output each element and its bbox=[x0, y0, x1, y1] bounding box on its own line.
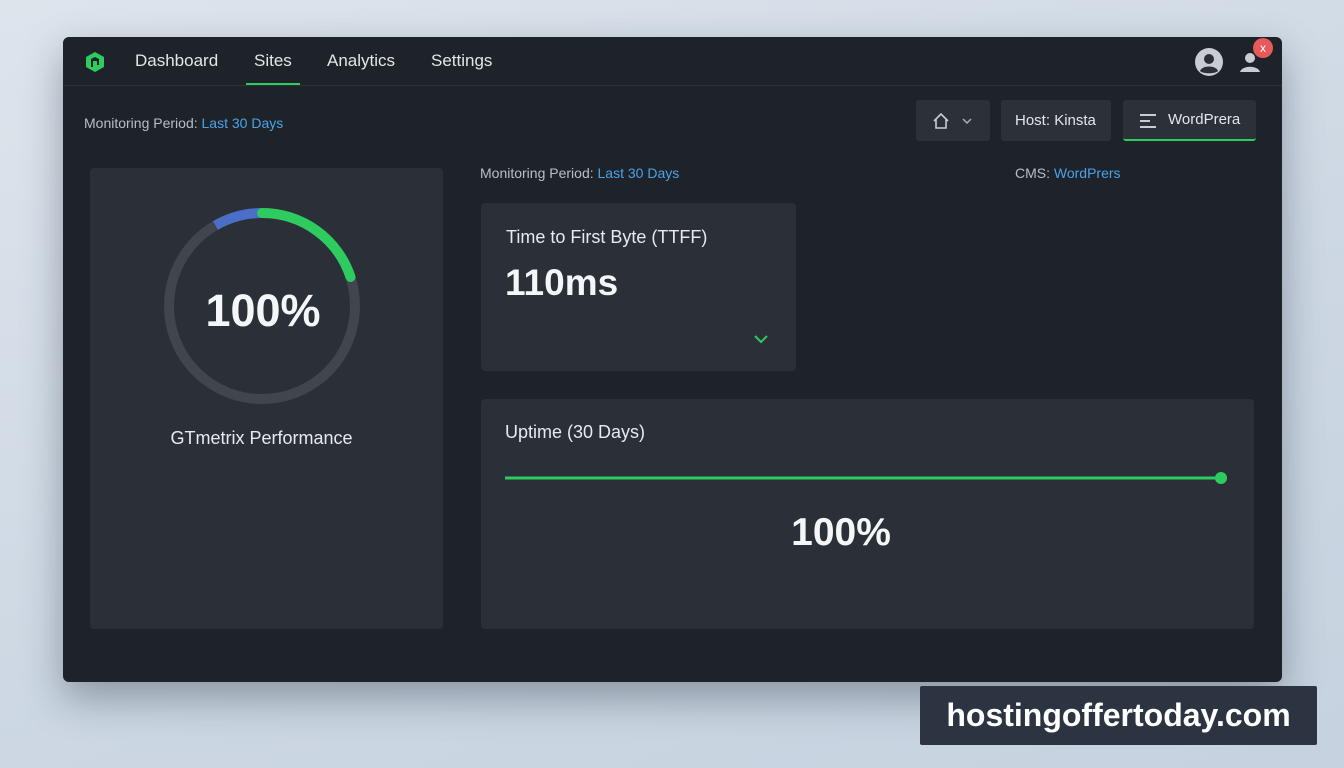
user-avatar-icon[interactable] bbox=[1194, 47, 1224, 77]
period-value-link[interactable]: Last 30 Days bbox=[202, 115, 284, 131]
home-icon bbox=[933, 112, 949, 129]
uptime-value: 100% bbox=[791, 511, 891, 554]
ttfb-value: 110ms bbox=[505, 262, 619, 303]
tab-sites[interactable]: Sites bbox=[246, 49, 300, 85]
uptime-progress-bar bbox=[505, 472, 1227, 484]
host-button[interactable]: Host: Kinsta bbox=[1001, 100, 1111, 141]
sub-monitoring-period: Monitoring Period: Last 30 Days bbox=[480, 165, 679, 181]
uptime-card: Uptime (30 Days) 100% bbox=[481, 399, 1254, 629]
close-icon[interactable]: x bbox=[1253, 38, 1273, 58]
ttfb-title: Time to First Byte (TTFF) bbox=[506, 227, 708, 247]
tab-settings[interactable]: Settings bbox=[431, 49, 492, 85]
list-icon bbox=[1140, 114, 1156, 128]
monitoring-period: Monitoring Period: Last 30 Days bbox=[84, 115, 283, 131]
app-window: Dashboard Sites Analytics Settings x Mon… bbox=[63, 37, 1282, 682]
cms-value-link[interactable]: WordPrers bbox=[1054, 165, 1121, 181]
cms-button-label: WordPrera bbox=[1168, 111, 1241, 128]
gtmetrix-label: GTmetrix Performance bbox=[170, 428, 353, 448]
top-nav: Dashboard Sites Analytics Settings x bbox=[63, 37, 1282, 86]
tab-analytics[interactable]: Analytics bbox=[327, 49, 395, 85]
cms-label: CMS: bbox=[1015, 165, 1050, 181]
ttfb-card: Time to First Byte (TTFF) 110ms bbox=[481, 203, 796, 371]
host-value: Kinsta bbox=[1054, 112, 1096, 129]
period-label: Monitoring Period: bbox=[84, 115, 198, 131]
sub-period-value-link[interactable]: Last 30 Days bbox=[598, 165, 680, 181]
uptime-title: Uptime (30 Days) bbox=[505, 422, 646, 442]
host-label: Host: bbox=[1015, 112, 1051, 129]
cms-button[interactable]: WordPrera bbox=[1123, 100, 1256, 141]
chevron-down-icon[interactable] bbox=[753, 333, 769, 345]
chevron-down-icon bbox=[962, 118, 972, 125]
cms-info: CMS: WordPrers bbox=[1015, 165, 1121, 181]
tab-dashboard[interactable]: Dashboard bbox=[135, 49, 218, 85]
gtmetrix-card: 100% GTmetrix Performance bbox=[90, 168, 443, 629]
watermark-banner: hostingoffertoday.com bbox=[920, 686, 1317, 745]
app-logo-icon[interactable] bbox=[83, 50, 107, 74]
sub-period-label: Monitoring Period: bbox=[480, 165, 594, 181]
home-dropdown-button[interactable] bbox=[916, 100, 990, 141]
gtmetrix-score: 100% bbox=[205, 285, 321, 336]
uptime-progress-handle bbox=[1215, 472, 1227, 484]
